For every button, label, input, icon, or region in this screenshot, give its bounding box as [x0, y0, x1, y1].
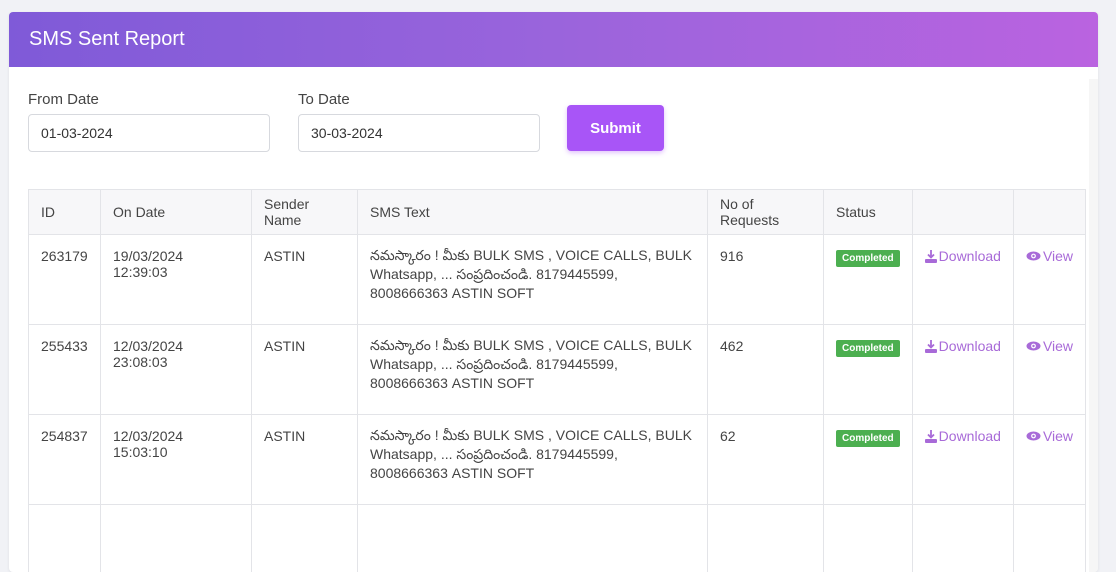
- cell-no-of-requests: 62: [708, 415, 824, 505]
- eye-icon: [1026, 341, 1041, 351]
- col-header-download: [912, 190, 1013, 235]
- col-header-sms-text: SMS Text: [358, 190, 708, 235]
- view-link[interactable]: View: [1026, 248, 1073, 264]
- from-date-label: From Date: [28, 91, 270, 108]
- cell-id: [29, 505, 101, 572]
- cell-no-of-requests: [708, 505, 824, 572]
- vertical-scrollbar[interactable]: [1089, 79, 1098, 572]
- view-label: View: [1043, 248, 1073, 264]
- status-badge: Completed: [836, 250, 900, 267]
- view-link[interactable]: View: [1026, 428, 1073, 444]
- download-link[interactable]: Download: [925, 248, 1001, 264]
- col-header-sender-name: Sender Name: [252, 190, 358, 235]
- to-date-field: To Date: [298, 91, 540, 152]
- table-row: 254837 12/03/2024 15:03:10 ASTIN నమస్కార…: [29, 415, 1086, 505]
- status-badge: Completed: [836, 430, 900, 447]
- cell-status: Completed: [824, 325, 913, 415]
- cell-on-date: 12/03/2024 23:08:03: [101, 325, 252, 415]
- download-link[interactable]: Download: [925, 428, 1001, 444]
- table-row: 263179 19/03/2024 12:39:03 ASTIN నమస్కార…: [29, 235, 1086, 325]
- download-icon: [925, 250, 937, 263]
- cell-download: [912, 505, 1013, 572]
- from-date-field: From Date: [28, 91, 270, 152]
- filter-form: From Date To Date: [9, 67, 1098, 187]
- cell-status: [824, 505, 913, 572]
- eye-icon: [1026, 431, 1041, 441]
- cell-download: Download: [912, 325, 1013, 415]
- cell-no-of-requests: 916: [708, 235, 824, 325]
- col-header-view: [1013, 190, 1085, 235]
- to-date-input[interactable]: [298, 114, 540, 152]
- cell-view: [1013, 505, 1085, 572]
- from-date-input[interactable]: [28, 114, 270, 152]
- cell-on-date: 19/03/2024 12:39:03: [101, 235, 252, 325]
- to-date-label: To Date: [298, 91, 540, 108]
- view-label: View: [1043, 338, 1073, 354]
- card-header: SMS Sent Report: [9, 12, 1098, 67]
- table-header-row: ID On Date Sender Name SMS Text No of Re…: [29, 190, 1086, 235]
- view-link[interactable]: View: [1026, 338, 1073, 354]
- status-badge: Completed: [836, 340, 900, 357]
- download-link[interactable]: Download: [925, 338, 1001, 354]
- col-header-no-of-requests: No of Requests: [708, 190, 824, 235]
- download-label: Download: [939, 338, 1001, 354]
- eye-icon: [1026, 251, 1041, 261]
- cell-sms-text: నమస్కారం ! మీకు BULK SMS , VOICE CALLS, …: [358, 325, 708, 415]
- cell-id: 254837: [29, 415, 101, 505]
- cell-sms-text: [358, 505, 708, 572]
- cell-on-date: [101, 505, 252, 572]
- cell-status: Completed: [824, 415, 913, 505]
- cell-sender-name: ASTIN: [252, 415, 358, 505]
- col-header-status: Status: [824, 190, 913, 235]
- cell-no-of-requests: 462: [708, 325, 824, 415]
- download-label: Download: [939, 428, 1001, 444]
- cell-view: View: [1013, 325, 1085, 415]
- page-title: SMS Sent Report: [29, 28, 185, 51]
- cell-download: Download: [912, 235, 1013, 325]
- cell-view: View: [1013, 415, 1085, 505]
- cell-download: Download: [912, 415, 1013, 505]
- view-label: View: [1043, 428, 1073, 444]
- download-icon: [925, 340, 937, 353]
- cell-id: 255433: [29, 325, 101, 415]
- col-header-on-date: On Date: [101, 190, 252, 235]
- submit-button[interactable]: Submit: [567, 105, 664, 151]
- cell-id: 263179: [29, 235, 101, 325]
- cell-view: View: [1013, 235, 1085, 325]
- col-header-id: ID: [29, 190, 101, 235]
- cell-sender-name: [252, 505, 358, 572]
- report-card: SMS Sent Report From Date To Date Submit…: [9, 12, 1098, 572]
- cell-sender-name: ASTIN: [252, 235, 358, 325]
- cell-on-date: 12/03/2024 15:03:10: [101, 415, 252, 505]
- download-icon: [925, 430, 937, 443]
- cell-sms-text: నమస్కారం ! మీకు BULK SMS , VOICE CALLS, …: [358, 415, 708, 505]
- table-row: [29, 505, 1086, 572]
- cell-sender-name: ASTIN: [252, 325, 358, 415]
- cell-status: Completed: [824, 235, 913, 325]
- cell-sms-text: నమస్కారం ! మీకు BULK SMS , VOICE CALLS, …: [358, 235, 708, 325]
- table-row: 255433 12/03/2024 23:08:03 ASTIN నమస్కార…: [29, 325, 1086, 415]
- sms-report-table: ID On Date Sender Name SMS Text No of Re…: [28, 189, 1086, 572]
- download-label: Download: [939, 248, 1001, 264]
